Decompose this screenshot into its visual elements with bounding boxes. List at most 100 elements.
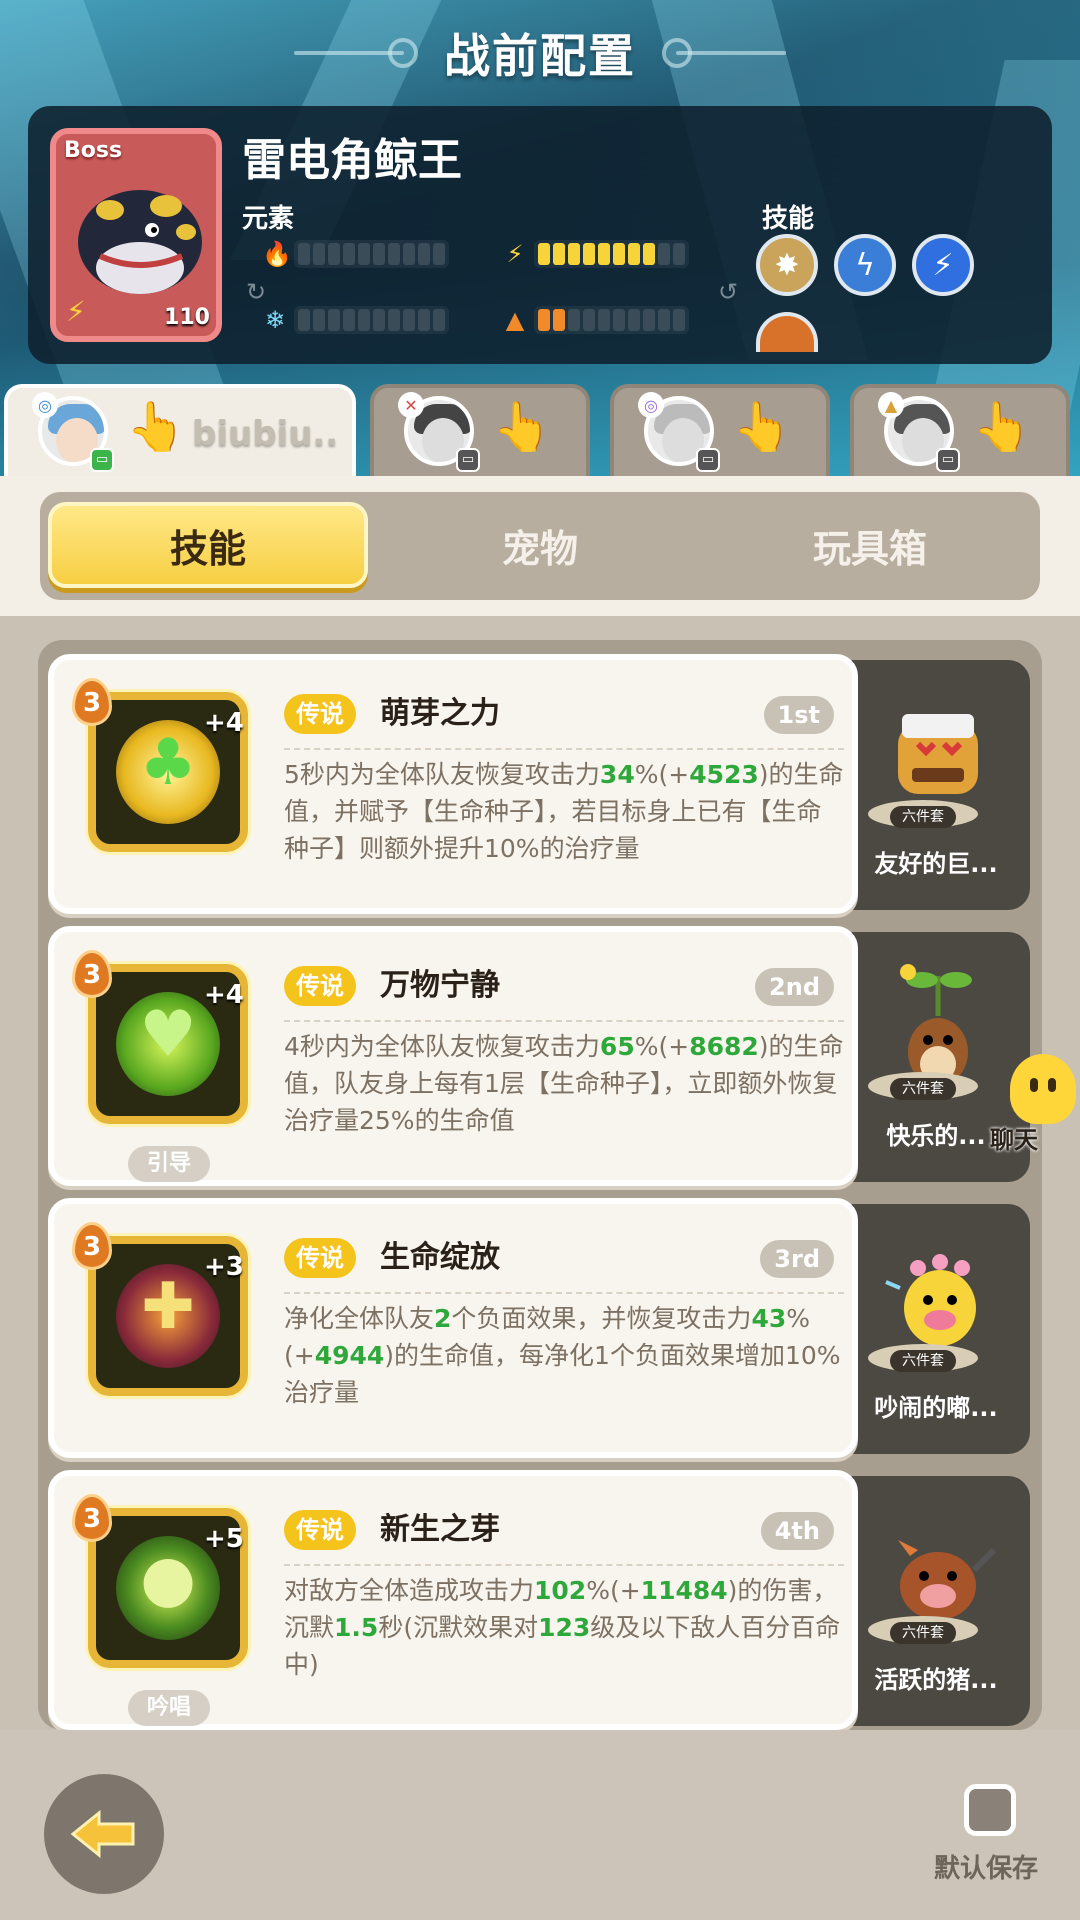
chat-emoji-icon [1010, 1054, 1076, 1124]
element-bar-segment [613, 243, 625, 265]
element-bar-segment [373, 309, 385, 331]
skill-description: 对敌方全体造成攻击力102%(+11484)的伤害，沉默1.5秒(沉默效果对12… [284, 1572, 844, 1683]
divider [284, 1292, 844, 1294]
rank-badge: 2nd [755, 968, 834, 1006]
pet-name: 活跃的猪... [874, 1666, 998, 1694]
swirl-icon: ↻ [246, 278, 267, 306]
rank-badge: 3rd [760, 1240, 834, 1278]
description-text: 对敌方全体造成攻击力 [284, 1576, 535, 1605]
skill-card[interactable]: ♥ 3 +4 引导 传说 万物宁静 2nd 4秒内为全体队友恢复攻击力65%(+… [48, 926, 858, 1186]
rarity-badge: 传说 [284, 1510, 356, 1550]
description-text: 秒(沉默效果对 [378, 1613, 539, 1642]
element-bar-segment [328, 309, 340, 331]
description-text: 4秒内为全体队友恢复攻击力 [284, 1032, 600, 1061]
element-badge-icon: ◎ [638, 392, 664, 418]
default-save-checkbox[interactable] [964, 1784, 1016, 1836]
tab-pets[interactable]: 宠物 [380, 502, 700, 588]
description-text: 个负面效果，并恢复攻击力 [451, 1304, 752, 1333]
earth-icon: ▲ [505, 306, 525, 334]
back-arrow-icon [70, 1809, 135, 1859]
element-bar-segment [553, 243, 565, 265]
boss-portrait[interactable]: Boss ⚡ 110 [50, 128, 222, 342]
player-tab-4[interactable]: ▲ ▭ 👆 [850, 384, 1070, 476]
element-bar-segment [433, 243, 445, 265]
element-bar-segment [298, 243, 310, 265]
element-label: 元素 [242, 204, 295, 234]
boss-level: 110 [164, 305, 210, 330]
description-text: %(+ [634, 760, 690, 789]
pet-panel[interactable]: 六件套 友好的巨... [838, 660, 1030, 910]
element-bar-segment [418, 309, 430, 331]
element-badge-icon: ✕ [398, 392, 424, 418]
element-bar-segment [373, 243, 385, 265]
lightning-icon: ⚡ [506, 240, 524, 268]
back-button[interactable] [44, 1774, 164, 1894]
skill-plus: +3 [204, 1252, 244, 1282]
set-tag: 六件套 [890, 806, 956, 828]
boss-skill-flame-icon[interactable] [756, 312, 818, 352]
skill-type-tag: 吟唱 [128, 1690, 210, 1726]
element-bar-segment [388, 243, 400, 265]
element-bar-segment [583, 243, 595, 265]
skill-label: 技能 [762, 204, 815, 234]
player-tab-1[interactable]: ◎ ▭ 👆 biubiu.. [4, 384, 356, 484]
boss-name: 雷电角鲸王 [242, 135, 462, 186]
highlight-value: 1.5 [334, 1613, 379, 1642]
element-bar-segment [388, 309, 400, 331]
skill-type-tag: 引导 [128, 1146, 210, 1182]
skill-row[interactable]: 六件套 快乐的... ♥ 3 +4 引导 传说 万物宁静 2nd 4秒内为全体队… [48, 926, 1038, 1186]
divider [284, 1020, 844, 1022]
skill-row[interactable]: 六件套 友好的巨... ♣ 3 +4 传说 萌芽之力 1st 5秒内为全体队友恢… [48, 654, 1038, 914]
pet-panel[interactable]: 六件套 吵闹的嘟... [838, 1204, 1030, 1454]
element-badge-icon: ◎ [32, 392, 58, 418]
player-tab-3[interactable]: ◎ ▭ 👆 [610, 384, 830, 476]
highlight-value: 8682 [689, 1032, 759, 1061]
pet-panel[interactable]: 六件套 活跃的猪... [838, 1476, 1030, 1726]
element-bar-segment [658, 243, 670, 265]
set-tag: 六件套 [890, 1350, 956, 1372]
highlight-value: 4523 [689, 760, 759, 789]
skill-row[interactable]: 六件套 吵闹的嘟... ✚ 3 +3 传说 生命绽放 3rd 净化全体队友2个负… [48, 1198, 1038, 1458]
description-text: %(+ [586, 1576, 641, 1605]
category-tabs: 技能 宠物 玩具箱 [40, 492, 1040, 600]
skill-card[interactable]: ✚ 3 +3 传说 生命绽放 3rd 净化全体队友2个负面效果，并恢复攻击力43… [48, 1198, 858, 1458]
boss-skill-lightning-icon[interactable]: ⚡ [912, 234, 974, 296]
boss-info-panel: Boss ⚡ 110 雷电角鲸王 元素 技能 🔥 ⚡ ❄ ▲ ↻ ↺ ✸ ϟ ⚡ [28, 106, 1052, 364]
element-bar-segment [583, 309, 595, 331]
description-text: 净化全体队友 [284, 1304, 435, 1333]
tab-skills[interactable]: 技能 [48, 502, 368, 588]
online-status-icon: ▭ [90, 448, 114, 472]
element-bar-segment [658, 309, 670, 331]
element-bar-segment [358, 243, 370, 265]
set-tag: 六件套 [890, 1078, 956, 1100]
skill-description: 4秒内为全体队友恢复攻击力65%(+8682)的生命值，队友身上每有1层【生命种… [284, 1028, 844, 1139]
skill-card[interactable]: ♣ 3 +4 传说 萌芽之力 1st 5秒内为全体队友恢复攻击力34%(+452… [48, 654, 858, 914]
pet-name: 吵闹的嘟... [874, 1394, 998, 1422]
highlight-value: 34 [599, 760, 635, 789]
skill-row[interactable]: 六件套 活跃的猪... ● 3 +5 吟唱 传说 新生之芽 4th 对敌方全体造… [48, 1470, 1038, 1730]
tab-toybox[interactable]: 玩具箱 [710, 502, 1030, 588]
category-area: 技能 宠物 玩具箱 [0, 476, 1080, 616]
boss-skill-beast-claw-icon[interactable]: ✸ [756, 234, 818, 296]
chat-button[interactable]: 聊天 [986, 1054, 1076, 1164]
skill-level-badge: 3 [72, 678, 112, 726]
skill-level-badge: 3 [72, 1222, 112, 1270]
skill-level-badge: 3 [72, 950, 112, 998]
set-tag: 六件套 [890, 1622, 956, 1644]
element-lightning-row: ⚡ [502, 240, 689, 268]
rank-badge: 1st [763, 696, 834, 734]
skill-plus: +4 [204, 980, 244, 1010]
skill-description: 5秒内为全体队友恢复攻击力34%(+4523)的生命值，并赋予【生命种子】，若目… [284, 756, 844, 867]
element-bar-segment [403, 243, 415, 265]
highlight-value: 65 [599, 1032, 635, 1061]
element-bar-segment [598, 309, 610, 331]
element-bar-segment [628, 243, 640, 265]
boss-skill-storm-icon[interactable]: ϟ [834, 234, 896, 296]
skill-card[interactable]: ● 3 +5 吟唱 传说 新生之芽 4th 对敌方全体造成攻击力102%(+11… [48, 1470, 858, 1730]
player-tab-2[interactable]: ✕ ▭ 👆 [370, 384, 590, 476]
element-earth-row: ▲ [502, 306, 689, 334]
element-bar-segment [313, 309, 325, 331]
element-bar-segment [418, 243, 430, 265]
highlight-value: 2 [434, 1304, 452, 1333]
bottom-bar: 默认保存 [0, 1730, 1080, 1920]
